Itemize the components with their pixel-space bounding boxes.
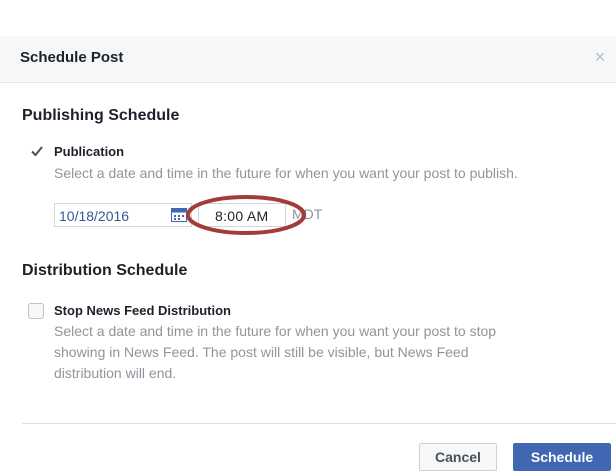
distribution-schedule-heading: Distribution Schedule — [22, 262, 188, 279]
schedule-button[interactable]: Schedule — [513, 443, 611, 471]
schedule-post-dialog: Schedule Post × Publishing Schedule Publ… — [0, 36, 616, 472]
stop-distribution-label: Stop News Feed Distribution — [54, 303, 231, 318]
publish-time-value: 8:00 AM — [215, 208, 269, 224]
timezone-label: MDT — [292, 206, 323, 222]
publication-checkbox[interactable] — [28, 142, 44, 158]
publishing-schedule-heading: Publishing Schedule — [22, 107, 180, 124]
dialog-header: Schedule Post × — [0, 36, 616, 83]
stop-distribution-description-line-2: showing in News Feed. The post will stil… — [54, 344, 469, 360]
calendar-icon[interactable] — [171, 208, 187, 222]
footer-divider — [22, 423, 616, 424]
close-button[interactable]: × — [590, 47, 610, 67]
stop-distribution-checkbox[interactable] — [28, 303, 44, 319]
publish-date-value: 10/18/2016 — [59, 208, 130, 224]
publication-description: Select a date and time in the future for… — [54, 165, 518, 181]
checkmark-icon — [31, 146, 43, 157]
stop-distribution-description-line-1: Select a date and time in the future for… — [54, 323, 497, 339]
publication-label: Publication — [54, 144, 125, 159]
cancel-button[interactable]: Cancel — [419, 443, 497, 471]
stop-distribution-description-line-3: distribution will end. — [54, 365, 177, 381]
dialog-title: Schedule Post — [20, 49, 124, 66]
publish-date-input[interactable]: 10/18/2016 — [54, 203, 192, 227]
publish-time-input[interactable]: 8:00 AM — [198, 203, 286, 227]
